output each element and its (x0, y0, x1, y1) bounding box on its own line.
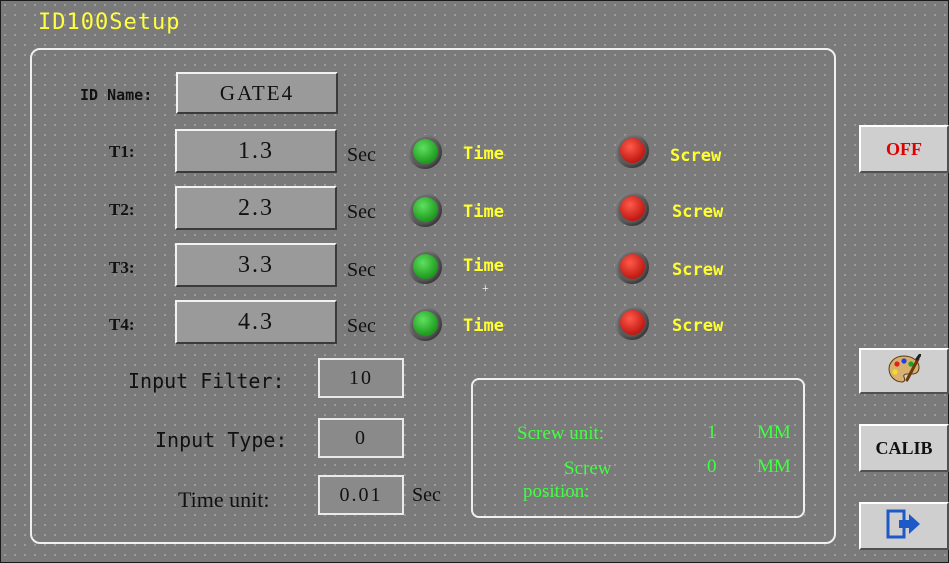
t2-time-label: Time (463, 202, 504, 222)
t3-label: T3: (109, 258, 135, 277)
screw-position-label-2: position: (523, 481, 590, 502)
window-title: ID100Setup (38, 10, 181, 35)
id-name-field[interactable]: GATE4 (176, 72, 338, 114)
calib-button[interactable]: CALIB (859, 424, 949, 472)
time-unit-sec: Sec (412, 484, 441, 506)
t4-time-label: Time (463, 316, 504, 336)
id-name-label: ID Name: (80, 86, 153, 104)
t1-field[interactable]: 1.3 (175, 129, 337, 173)
t4-unit: Sec (347, 315, 376, 337)
screw-position-label-1: Screw (564, 458, 612, 479)
t1-label: T1: (109, 142, 135, 161)
t3-screw-label: Screw (672, 260, 724, 280)
t2-field[interactable]: 2.3 (175, 186, 337, 230)
t4-field[interactable]: 4.3 (175, 300, 337, 344)
time-unit-field[interactable]: 0.01 (318, 475, 404, 515)
t1-screw-led (615, 134, 649, 168)
screw-position-value: 0 (707, 456, 717, 477)
t3-field[interactable]: 3.3 (175, 243, 337, 287)
t3-time-led (408, 250, 442, 284)
t3-unit: Sec (347, 259, 376, 281)
mouse-cursor: + (482, 281, 489, 295)
t3-screw-led (615, 250, 649, 284)
t4-time-led (408, 307, 442, 341)
t4-label: T4: (109, 315, 135, 334)
t2-unit: Sec (347, 201, 376, 223)
input-type-field[interactable]: 0 (318, 418, 404, 458)
t2-screw-label: Screw (672, 202, 724, 222)
input-type-label: Input Type: (155, 428, 288, 452)
screw-unit-value: 1 (707, 422, 717, 443)
screw-info-box (471, 378, 805, 518)
t2-screw-led (615, 192, 649, 226)
off-button[interactable]: OFF (859, 125, 949, 173)
t2-time-led (408, 193, 442, 227)
t3-time-label: Time (463, 256, 504, 276)
input-filter-label: Input Filter: (128, 369, 285, 393)
t1-time-label: Time (463, 144, 504, 164)
t1-time-led (408, 135, 442, 169)
time-unit-label: Time unit: (178, 487, 270, 512)
screw-position-mm: MM (757, 456, 791, 477)
screw-unit-label: Screw unit: (517, 423, 605, 444)
exit-button[interactable] (859, 502, 949, 550)
t4-screw-label: Screw (672, 316, 724, 336)
exit-icon (885, 508, 923, 545)
t1-unit: Sec (347, 144, 376, 166)
palette-icon (887, 353, 922, 389)
screw-unit-mm: MM (757, 422, 791, 443)
t1-screw-label: Screw (670, 146, 722, 166)
t4-screw-led (615, 306, 649, 340)
t2-label: T2: (109, 200, 135, 219)
theme-button[interactable] (859, 348, 949, 394)
input-filter-field[interactable]: 10 (318, 358, 404, 398)
